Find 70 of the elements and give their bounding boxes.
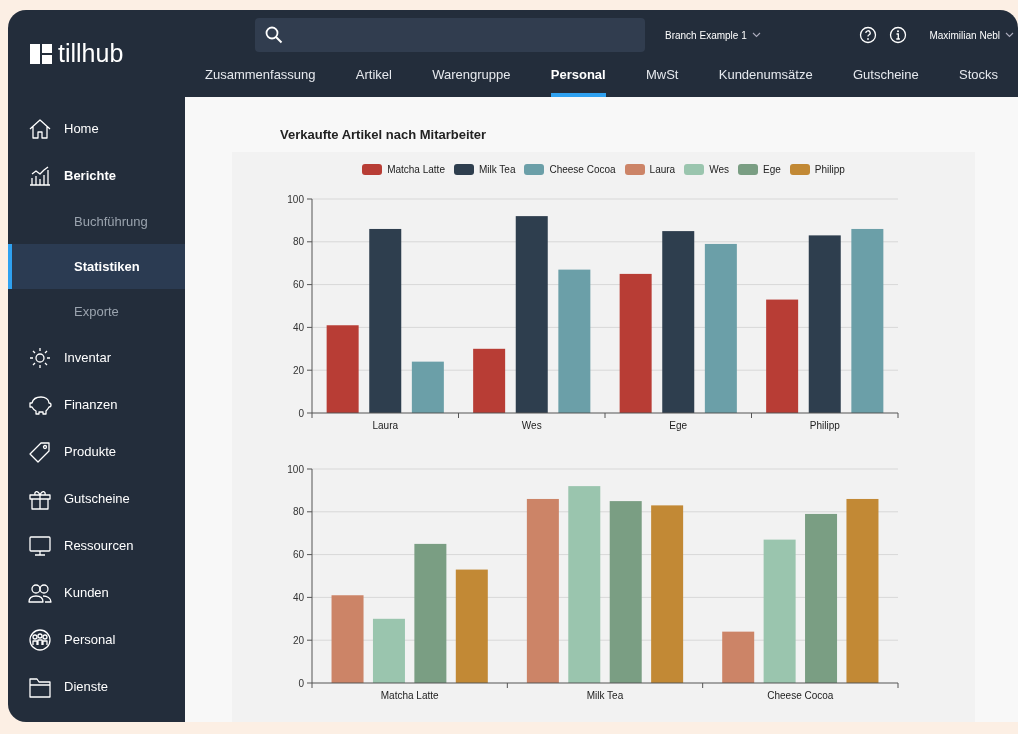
search-icon <box>265 26 283 44</box>
sidebar-item[interactable]: Personal <box>8 616 185 663</box>
sidebar-item[interactable]: Finanzen <box>8 381 185 428</box>
bar <box>372 618 405 683</box>
axis-tick-label: 100 <box>287 193 304 205</box>
brand-name: tillhub <box>58 39 124 68</box>
axis-tick-label: 60 <box>292 279 304 291</box>
chart-icon <box>28 164 52 187</box>
tab[interactable]: Kundenumsätze <box>718 60 813 97</box>
axis-tick-label: 40 <box>292 321 304 333</box>
legend-item[interactable]: Laura <box>624 164 676 175</box>
category-label: Cheese Cocoa <box>767 690 834 701</box>
sidebar-subitem[interactable]: Buchführung <box>8 199 185 244</box>
axis-tick-label: 60 <box>292 549 304 561</box>
legend-item[interactable]: Milk Tea <box>453 164 516 175</box>
bar <box>411 361 444 413</box>
legend-item[interactable]: Ege <box>738 164 781 175</box>
axis-tick-label: 20 <box>292 364 304 376</box>
tab[interactable]: Warengruppe <box>432 60 511 97</box>
category-label: Laura <box>372 420 399 431</box>
tab[interactable]: Zusammenfassung <box>205 60 316 97</box>
info-icon[interactable] <box>889 26 908 44</box>
legend-item[interactable]: Matcha Latte <box>362 164 445 175</box>
sidebar-item[interactable]: Inventar <box>8 334 185 381</box>
axis-tick-label: 0 <box>298 407 304 419</box>
sidebar-item[interactable]: Kunden <box>8 569 185 616</box>
tab[interactable]: Stocks <box>959 60 998 97</box>
chevron-icon <box>1005 32 1014 38</box>
logo-icon <box>30 43 52 64</box>
category-label: Philipp <box>809 420 840 431</box>
branch-dropdown[interactable]: Branch Example 1 <box>665 29 761 41</box>
sidebar-item[interactable]: Ressourcen <box>8 522 185 569</box>
category-label: Wes <box>521 420 542 431</box>
sidebar-item[interactable]: Produkte <box>8 428 185 475</box>
bar <box>473 348 506 413</box>
axis-tick-label: 80 <box>292 506 304 518</box>
folder-icon <box>28 675 52 698</box>
axis-tick-label: 80 <box>292 236 304 248</box>
bar <box>722 631 755 683</box>
search-field[interactable] <box>255 18 645 52</box>
category-label: Matcha Latte <box>380 690 439 701</box>
team-icon <box>28 628 52 651</box>
sun-icon <box>28 346 52 369</box>
sidebar-subitem[interactable]: Statistiken <box>8 244 185 289</box>
tag-icon <box>28 440 52 463</box>
piggy-icon <box>28 393 52 416</box>
axis-tick-label: 0 <box>298 677 304 689</box>
home-icon <box>28 117 52 140</box>
sidebar-item[interactable]: Berichte <box>8 152 185 199</box>
page-title: Verkaufte Artikel nach Mitarbeiter <box>280 127 488 142</box>
tab[interactable]: Gutscheine <box>852 60 919 97</box>
axis-tick-label: 40 <box>292 591 304 603</box>
legend-item[interactable]: Cheese Cocoa <box>524 164 616 175</box>
legend-item[interactable]: Philipp <box>789 164 845 175</box>
axis-tick-label: 20 <box>292 634 304 646</box>
sidebar-item[interactable]: Dienste <box>8 663 185 710</box>
sidebar-item[interactable]: Home <box>8 105 185 152</box>
legend-item[interactable]: Wes <box>684 164 729 175</box>
help-icon[interactable] <box>859 26 878 44</box>
monitor-icon <box>28 534 52 557</box>
category-label: Milk Tea <box>586 690 624 701</box>
user-menu[interactable]: Maximilian Nebl <box>929 29 1014 41</box>
tab[interactable]: MwSt <box>645 60 679 97</box>
sidebar-subitem[interactable]: Exporte <box>8 289 185 334</box>
users-icon <box>28 581 52 604</box>
category-label: Ege <box>669 420 688 431</box>
chevron-icon <box>751 32 761 38</box>
sidebar-item[interactable]: Gutscheine <box>8 475 185 522</box>
axis-tick-label: 100 <box>287 463 304 475</box>
tab[interactable]: Artikel <box>355 60 392 97</box>
